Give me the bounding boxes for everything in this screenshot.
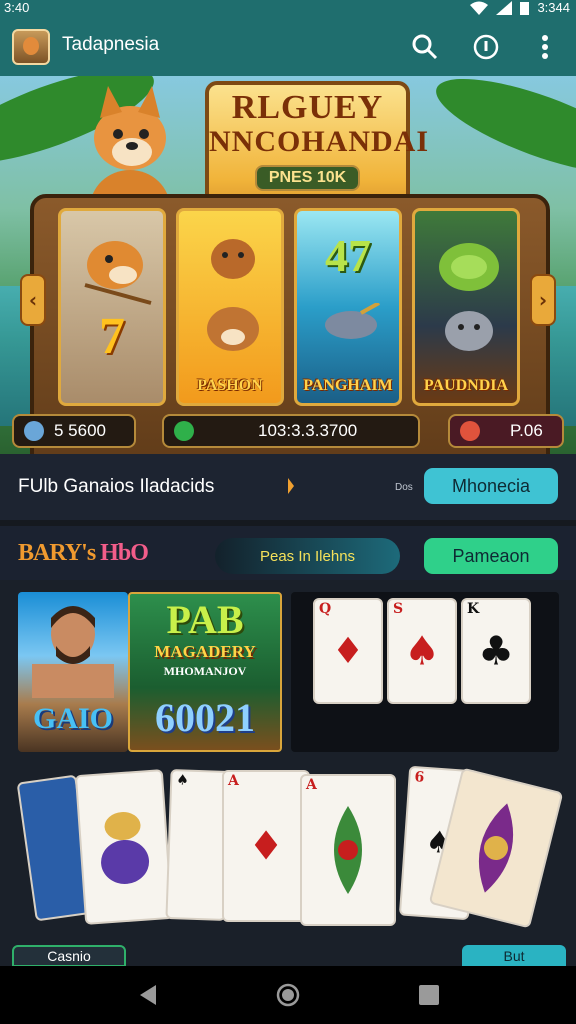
reel-1-symbol: 7 [99,308,125,365]
brand-logo: BARY's HbO [18,540,149,567]
info-icon[interactable] [469,30,503,64]
search-icon[interactable] [408,30,442,64]
bet-button[interactable]: But [462,945,566,967]
card-rank: A [228,773,239,789]
win-readout: 103:3.3.3700 [162,414,420,448]
reel-2[interactable]: PASHON [176,208,284,406]
status-icons: 3:344 [470,0,570,15]
cursor-icon [288,478,294,494]
games-grid: GAIO PAB MAGADERY MHOMANJOV 60021 Q ♦ S … [0,580,576,962]
game-tile-pab-sub: MAGADERY [154,642,256,661]
game-tile-pab-sub2: MHOMANJOV [163,664,247,678]
game-title-line1: RLGUEY [231,89,384,126]
reel-prev-button[interactable]: ‹ [20,274,46,326]
lizard-symbol-icon [439,243,499,351]
card-rank: 6 [413,769,425,786]
pot-symbol-icon [325,303,380,339]
bet-icon [460,421,480,441]
promo-small-label: Dos [395,482,413,493]
card-fan[interactable]: ♠ A ♦ A 6 ♠ [0,765,576,929]
more-vert-icon[interactable] [528,30,562,64]
game-title-line2: NNCOHANDAI [209,125,429,158]
reel-3[interactable]: 47 PANGHAIM [294,208,402,406]
brand-logo-left: BARY's [18,540,96,566]
game-tile-pab[interactable]: PAB MAGADERY MHOMANJOV 60021 [128,592,282,752]
category-header: BARY's HbO Peas In Ilehns Pameaon [0,520,576,580]
home-icon[interactable] [275,982,301,1008]
card-art-icon [101,812,150,884]
app-logo-icon [12,29,50,65]
card-rank: A [306,777,317,793]
category-button[interactable]: Pameaon [424,538,558,574]
playing-card-spade: S ♠ [387,598,457,704]
recents-icon[interactable] [416,982,442,1008]
card-suit: ♦ [331,630,365,672]
game-tile-pab-number: 60021 [155,695,255,740]
balance-value: 5 5600 [54,421,106,440]
card-rank: ♠ [175,772,190,789]
card-table-panel[interactable]: Q ♦ S ♠ K ♣ [291,592,559,752]
category-search[interactable]: Peas In Ilehns [215,538,400,574]
bottom-strip: Casnio But [0,945,576,967]
card-ornament-icon [479,803,513,893]
back-icon[interactable] [136,982,162,1008]
game-tile-gaio[interactable]: GAIO [18,592,128,752]
reel-4-label: PAUDNDIA [423,377,509,394]
card-suit: ♠ [404,627,440,675]
playing-card-king: K ♣ [461,598,531,704]
reel-1[interactable]: 7 [58,208,166,406]
game-tile-pab-title: PAB [166,597,244,642]
fox-symbol-icon [84,241,152,305]
promo-row: FUlb Ganaios Iladacids Dos Mhonecia [0,454,576,520]
player-portrait-icon [32,606,114,698]
balance-display: 5 5600 [12,414,136,448]
fan-card-2 [74,769,174,925]
playing-card-queen: Q ♦ [313,598,383,704]
slot-hero-banner[interactable]: RLGUEY NNCOHANDAI PNES 10K 7 PASHON 47 P… [0,76,576,454]
card-rank: S [393,601,404,617]
coin-icon [24,421,44,441]
battery-icon [520,1,530,15]
signal-icon [496,0,513,15]
promo-text: FUlb Ganaios Iladacids [18,476,215,497]
bet-display[interactable]: P.06 [448,414,564,448]
card-rank: K [467,601,480,617]
win-readout-value: 103:3.3.3700 [258,421,358,440]
app-bar: Tadapnesia [0,18,576,76]
game-subtitle: PNES 10K [254,165,361,191]
fan-card-3: ♠ [165,768,231,922]
reel-3-label: PANGHAIM [303,377,393,394]
promo-button[interactable]: Mhonecia [424,468,558,504]
casino-button[interactable]: Casnio [12,945,126,967]
reel-2-label: PASHON [197,377,263,394]
status-battery-text: 3:344 [537,0,570,15]
wifi-icon [470,1,489,15]
reel-next-button[interactable]: › [530,274,556,326]
win-icon [174,421,194,441]
card-rank: Q [319,601,332,617]
card-ornament-icon [334,806,362,894]
reel-4[interactable]: PAUDNDIA [412,208,520,406]
fan-card-5: A [300,774,396,926]
card-suit: ♣ [478,627,514,675]
card-suit: ♦ [248,822,284,870]
game-tile-gaio-label: GAIO [32,702,113,735]
fan-card-4: A ♦ [222,770,310,922]
system-nav-bar [0,966,576,1024]
bet-value: P.06 [510,421,543,440]
app-title: Tadapnesia [62,34,160,55]
status-time: 3:40 [4,0,30,15]
beaver-symbol-icon [207,239,259,351]
reel-3-symbol: 47 [325,230,371,281]
brand-logo-right: HbO [100,540,149,566]
status-bar: 3:40 3:344 [0,0,576,18]
palm-leaves-right [426,76,576,192]
